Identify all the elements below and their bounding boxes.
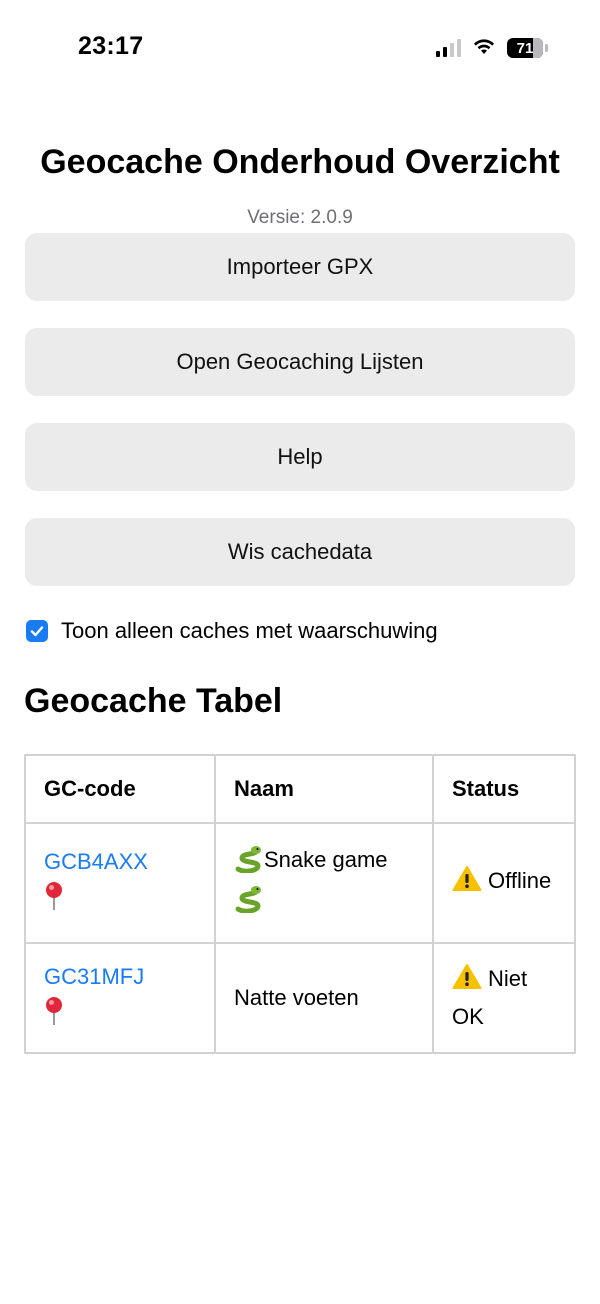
gc-code-link[interactable]: GC31MFJ — [44, 960, 196, 994]
map-pin-icon[interactable] — [44, 996, 64, 1026]
warning-filter-row[interactable]: Toon alleen caches met waarschuwing — [24, 616, 576, 646]
cell-status: Offline — [432, 822, 576, 944]
table-header-row: GC-code Naam Status — [24, 754, 576, 824]
header-status[interactable]: Status — [432, 754, 576, 824]
cell-name: Natte voeten — [214, 942, 434, 1054]
warning-filter-checkbox[interactable] — [26, 620, 48, 642]
cell-status: Niet OK — [432, 942, 576, 1054]
import-gpx-button[interactable]: Importeer GPX — [25, 233, 575, 301]
table-row: GCB4AXX Snake game Offline — [24, 822, 576, 944]
clear-cache-data-button[interactable]: Wis cachedata — [25, 518, 575, 586]
cellular-signal-icon — [436, 39, 461, 57]
battery-tip — [545, 44, 548, 52]
map-pin-icon[interactable] — [44, 881, 64, 911]
cache-name: Snake game — [264, 847, 388, 872]
version-label: Versie: 2.0.9 — [247, 207, 353, 228]
wifi-icon — [471, 36, 497, 61]
main-content: Geocache Onderhoud Overzicht Versie: 2.0… — [24, 140, 576, 1054]
page-title: Geocache Onderhoud Overzicht — [40, 143, 560, 181]
cache-name: Natte voeten — [234, 985, 359, 1010]
battery-icon: 71 — [507, 38, 543, 58]
warning-icon — [452, 963, 482, 1000]
status-bar: 23:17 71 — [0, 0, 600, 96]
table-row: GC31MFJ Natte voeten Niet OK — [24, 942, 576, 1054]
open-geocaching-lists-button[interactable]: Open Geocaching Lijsten — [25, 328, 575, 396]
status-icons: 71 — [436, 36, 548, 60]
checkmark-icon — [30, 626, 44, 637]
cell-gc-code: GCB4AXX — [24, 822, 216, 944]
geocache-table: GC-code Naam Status GCB4AXX Snake game O… — [24, 754, 576, 1054]
warning-icon — [452, 865, 482, 902]
cell-gc-code: GC31MFJ — [24, 942, 216, 1054]
status-text: Offline — [488, 868, 552, 893]
battery-level: 71 — [516, 39, 534, 57]
help-button[interactable]: Help — [25, 423, 575, 491]
snake-icon — [234, 845, 264, 883]
warning-filter-label: Toon alleen caches met waarschuwing — [61, 618, 438, 643]
gc-code-link[interactable]: GCB4AXX — [44, 845, 196, 879]
header-gc-code[interactable]: GC-code — [24, 754, 216, 824]
snake-icon — [234, 885, 264, 923]
cell-name: Snake game — [214, 822, 434, 944]
header-name[interactable]: Naam — [214, 754, 434, 824]
status-time: 23:17 — [78, 32, 144, 60]
table-title: Geocache Tabel — [24, 682, 283, 720]
